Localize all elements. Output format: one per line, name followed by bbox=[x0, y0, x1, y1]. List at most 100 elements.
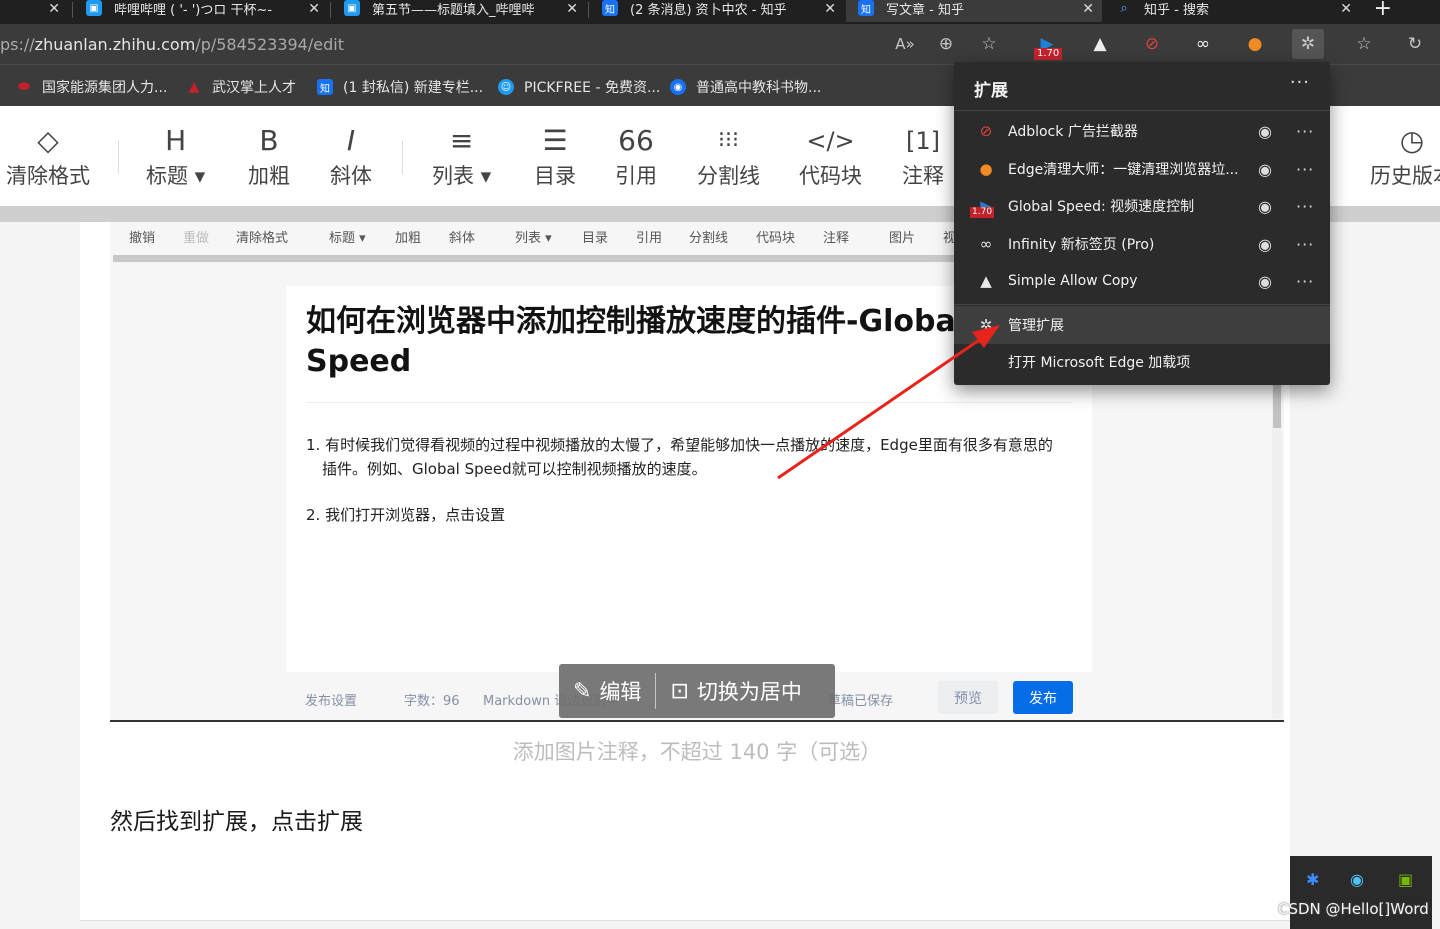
horizontal-scrollbar bbox=[113, 255, 958, 262]
infinity-icon[interactable]: ∞ bbox=[1190, 32, 1216, 56]
bold-icon: B bbox=[259, 124, 279, 157]
nvidia-icon[interactable]: ▣ bbox=[1398, 870, 1413, 889]
bookmark-item[interactable]: ▲ 武汉掌上人才 bbox=[186, 77, 296, 97]
visibility-eye-icon[interactable]: ◉ bbox=[1258, 272, 1272, 291]
close-icon[interactable]: ✕ bbox=[1340, 1, 1352, 17]
toc-button[interactable]: ☰ 目录 bbox=[534, 124, 576, 190]
code-block-button[interactable]: </> 代码块 bbox=[799, 124, 862, 190]
heading-button[interactable]: H 标题 ▾ bbox=[146, 124, 205, 190]
extensions-icon[interactable]: ✲ bbox=[1292, 29, 1324, 59]
system-tray-popup: ✱ ◉ ▣ bbox=[1290, 856, 1432, 929]
more-options-icon[interactable]: ··· bbox=[1296, 160, 1314, 179]
close-icon[interactable]: ✕ bbox=[48, 1, 60, 17]
title-divider bbox=[306, 402, 1072, 403]
new-tab-icon[interactable]: + bbox=[1374, 0, 1392, 21]
more-options-icon[interactable]: ··· bbox=[1296, 235, 1314, 254]
textbook-icon: ◉ bbox=[670, 79, 686, 95]
bilibili-icon: ▣ bbox=[344, 0, 360, 16]
center-align-icon: ⊡ bbox=[670, 678, 689, 704]
history-version-button[interactable]: ◷ 历史版本 bbox=[1370, 124, 1440, 190]
simple-allow-copy-icon[interactable]: ▲ bbox=[1087, 32, 1113, 56]
tab-write-article[interactable]: 知 写文章 - 知乎 ✕ bbox=[846, 0, 1102, 22]
visibility-eye-icon[interactable]: ◉ bbox=[1258, 197, 1272, 216]
body-paragraph[interactable]: 然后找到扩展，点击扩展 bbox=[110, 802, 363, 836]
eye-icon[interactable]: ◉ bbox=[1350, 870, 1364, 889]
more-options-icon[interactable]: ··· bbox=[1296, 272, 1314, 291]
bilibili-icon: ▣ bbox=[86, 0, 102, 16]
caption-input[interactable]: 添加图片注释，不超过 140 字（可选） bbox=[110, 736, 1284, 766]
extension-item-global-speed[interactable]: ▶ 1.70 Global Speed: 视频速度控制 ◉ ··· bbox=[954, 187, 1330, 225]
scroll-thumb bbox=[1273, 380, 1281, 428]
adblock-icon[interactable]: ⊘ bbox=[1139, 32, 1165, 56]
mini-heading: 标题 ▾ bbox=[329, 231, 366, 246]
tab-bilibili-2[interactable]: ▣ 第五节——标题填入_哔哩哔 ✕ bbox=[332, 0, 586, 22]
history-icon[interactable]: ↻ bbox=[1402, 32, 1428, 56]
toc-icon: ☰ bbox=[542, 124, 568, 157]
divider-button[interactable]: ⁝⁝⁝ 分割线 bbox=[697, 124, 760, 190]
page-bottom-border bbox=[80, 920, 1290, 921]
paragraph-1-line-2: 插件。例如、Global Speed就可以控制视频播放的速度。 bbox=[322, 460, 707, 478]
tab-partial[interactable]: ✕ bbox=[0, 0, 68, 22]
close-icon[interactable]: ✕ bbox=[1082, 1, 1094, 17]
extension-item-adblock[interactable]: ⊘ Adblock 广告拦截器 ◉ ··· bbox=[954, 112, 1330, 150]
close-icon[interactable]: ✕ bbox=[566, 1, 578, 17]
draft-saved-status: 草稿已保存 bbox=[828, 694, 894, 709]
mini-list: 列表 ▾ bbox=[515, 231, 552, 246]
zhihu-icon: 知 bbox=[858, 0, 874, 16]
bookmark-item[interactable]: ⬬ 国家能源集团人力... bbox=[16, 77, 167, 97]
bluetooth-icon[interactable]: ✱ bbox=[1306, 870, 1319, 889]
favorites-icon[interactable]: ☆ bbox=[1351, 32, 1377, 56]
address-bar: ps://zhuanlan.zhihu.com/p/584523394/edit… bbox=[0, 24, 1440, 64]
tab-zhihu-messages[interactable]: 知 (2 条消息) 资卜中农 - 知乎 ✕ bbox=[590, 0, 844, 22]
extension-item-edge-cleaner[interactable]: ● Edge清理大师：一键清理浏览器垃... ◉ ··· bbox=[954, 150, 1330, 188]
extension-item-infinity[interactable]: ∞ Infinity 新标签页 (Pro) ◉ ··· bbox=[954, 225, 1330, 263]
infinity-icon: ∞ bbox=[979, 235, 993, 253]
bookmark-wuhan-icon: ▲ bbox=[188, 79, 200, 95]
close-icon[interactable]: ✕ bbox=[308, 1, 320, 17]
italic-icon: I bbox=[346, 124, 356, 157]
url-field[interactable]: ps://zhuanlan.zhihu.com/p/584523394/edit bbox=[0, 35, 344, 54]
extension-item-simple-allow-copy[interactable]: ▲ Simple Allow Copy ◉ ··· bbox=[954, 262, 1330, 300]
manage-extensions-item[interactable]: ✲ 管理扩展 bbox=[954, 306, 1330, 344]
quote-button[interactable]: 66 引用 bbox=[615, 124, 657, 190]
footnote-button[interactable]: [1] 注释 bbox=[902, 124, 944, 190]
center-image-button[interactable]: ⊡ 切换为居中 bbox=[656, 676, 815, 706]
pickfree-icon: ☺ bbox=[498, 79, 514, 95]
zoom-icon[interactable]: ⊕ bbox=[933, 32, 959, 56]
image-overlay-toolbar: ✎ 编辑 ⊡ 切换为居中 bbox=[559, 664, 835, 718]
bookmark-item[interactable]: ◉ 普通高中教科书物... bbox=[670, 77, 821, 97]
puzzle-icon: ✲ bbox=[979, 316, 993, 334]
tab-zhihu-search[interactable]: ⌕ 知乎 - 搜索 ✕ bbox=[1104, 0, 1360, 22]
visibility-eye-icon[interactable]: ◉ bbox=[1258, 160, 1272, 179]
more-options-icon[interactable]: ··· bbox=[1290, 72, 1310, 93]
bookmark-item[interactable]: 知 (1 封私信) 新建专栏... bbox=[317, 77, 483, 97]
more-options-icon[interactable]: ··· bbox=[1296, 197, 1314, 216]
visibility-eye-icon[interactable]: ◉ bbox=[1258, 122, 1272, 141]
tab-bilibili[interactable]: ▣ 哔哩哔哩 ( '- ')つロ 干杯~- ✕ bbox=[74, 0, 328, 22]
add-favorite-icon[interactable]: ☆ bbox=[976, 32, 1002, 56]
mini-redo: 重做 bbox=[183, 231, 210, 246]
visibility-eye-icon[interactable]: ◉ bbox=[1258, 235, 1272, 254]
mini-footnote: 注释 bbox=[823, 231, 850, 246]
mini-divider: 分割线 bbox=[689, 231, 729, 246]
read-aloud-icon[interactable]: A» bbox=[892, 32, 918, 56]
bookmark-item[interactable]: ☺ PICKFREE - 免费资... bbox=[498, 77, 660, 97]
clear-format-button[interactable]: ◇ 清除格式 bbox=[6, 124, 90, 190]
paragraph-1-line-1: 1. 有时候我们觉得看视频的过程中视频播放的太慢了，希望能够加快一点播放的速度，… bbox=[306, 436, 1053, 454]
mini-bold: 加粗 bbox=[395, 231, 422, 246]
bold-button[interactable]: B 加粗 bbox=[248, 124, 290, 190]
open-edge-addons-item[interactable]: 打开 Microsoft Edge 加载项 bbox=[954, 343, 1330, 381]
quote-icon: 66 bbox=[618, 124, 654, 157]
eraser-icon: ◇ bbox=[37, 124, 59, 157]
browser-tab-strip: ✕ ▣ 哔哩哔哩 ( '- ')つロ 干杯~- ✕ ▣ 第五节——标题填入_哔哩… bbox=[0, 0, 1440, 24]
more-options-icon[interactable]: ··· bbox=[1296, 122, 1314, 141]
preview-button: 预览 bbox=[938, 681, 998, 714]
close-icon[interactable]: ✕ bbox=[824, 1, 836, 17]
clock-icon: ◷ bbox=[1399, 124, 1425, 157]
edit-image-button[interactable]: ✎ 编辑 bbox=[559, 676, 655, 706]
list-button[interactable]: ≡ 列表 ▾ bbox=[432, 124, 491, 190]
extensions-title: 扩展 bbox=[974, 81, 1008, 101]
edge-cleaner-icon[interactable]: ● bbox=[1242, 32, 1268, 56]
speed-badge: 1.70 bbox=[1034, 48, 1063, 60]
italic-button[interactable]: I 斜体 bbox=[330, 124, 372, 190]
